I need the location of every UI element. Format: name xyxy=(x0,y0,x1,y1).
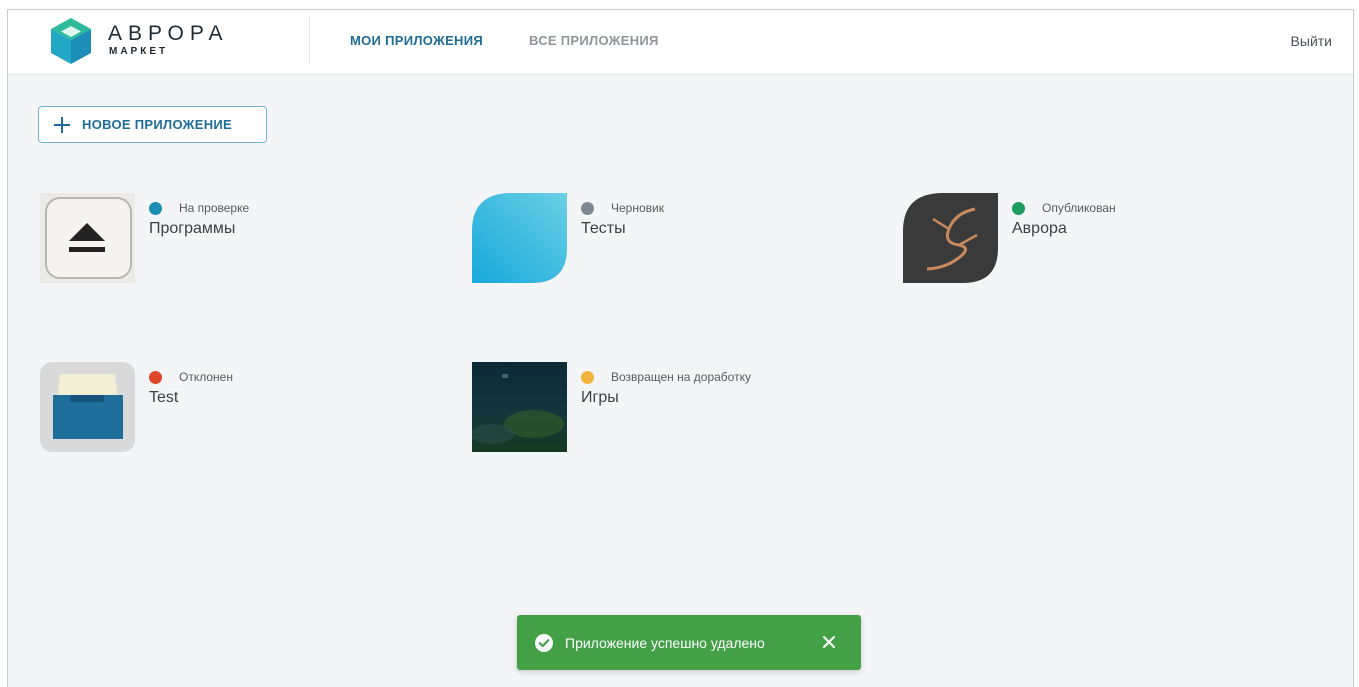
app-name: Программы xyxy=(149,220,236,237)
check-circle-icon xyxy=(535,633,553,652)
app-name: Test xyxy=(149,389,179,406)
app-name: Тесты xyxy=(581,220,626,237)
status-dot xyxy=(581,202,594,215)
app-card-programs[interactable]: На проверке Программы xyxy=(40,193,460,293)
bird-icon xyxy=(903,193,998,283)
top-header: АВРОРА МАРКЕТ МОИ ПРИЛОЖЕНИЯ ВСЕ ПРИЛОЖЕ… xyxy=(8,10,1353,75)
status-label: Опубликован xyxy=(1042,201,1116,215)
header-divider xyxy=(309,16,310,64)
app-name: Игры xyxy=(581,389,619,406)
logout-link[interactable]: Выйти xyxy=(1291,33,1332,49)
close-icon[interactable] xyxy=(821,634,837,650)
logo-title: АВРОРА xyxy=(108,22,229,45)
status-label: Отклонен xyxy=(179,370,233,384)
plus-icon xyxy=(54,116,70,133)
new-app-button[interactable]: НОВОЕ ПРИЛОЖЕНИЕ xyxy=(38,106,267,143)
logo[interactable]: АВРОРА МАРКЕТ xyxy=(46,16,266,66)
drawer-icon xyxy=(40,362,135,452)
tab-my-apps[interactable]: МОИ ПРИЛОЖЕНИЯ xyxy=(350,33,483,48)
app-card-aurora[interactable]: Опубликован Аврора xyxy=(903,193,1323,293)
app-card-tests[interactable]: Черновик Тесты xyxy=(472,193,892,293)
status-label: Черновик xyxy=(611,201,664,215)
success-toast: Приложение успешно удалено xyxy=(517,615,861,670)
toast-message: Приложение успешно удалено xyxy=(565,634,765,651)
status-dot xyxy=(1012,202,1025,215)
logo-subtitle: МАРКЕТ xyxy=(109,46,169,57)
cube-logo-icon xyxy=(51,18,91,64)
status-label: На проверке xyxy=(179,201,250,215)
app-card-test[interactable]: Отклонен Test xyxy=(40,362,460,462)
app-name: Аврора xyxy=(1012,220,1067,237)
status-dot xyxy=(149,371,162,384)
app-card-games[interactable]: Возвращен на доработку Игры xyxy=(472,362,892,462)
status-dot xyxy=(149,202,162,215)
new-app-button-label: НОВОЕ ПРИЛОЖЕНИЕ xyxy=(82,117,233,132)
leaf-icon xyxy=(472,193,567,283)
status-dot xyxy=(581,371,594,384)
tab-all-apps[interactable]: ВСЕ ПРИЛОЖЕНИЯ xyxy=(529,33,659,48)
eject-icon xyxy=(40,193,135,283)
status-label: Возвращен на доработку xyxy=(611,370,751,384)
game-screenshot-icon xyxy=(472,362,567,452)
app-window: АВРОРА МАРКЕТ МОИ ПРИЛОЖЕНИЯ ВСЕ ПРИЛОЖЕ… xyxy=(7,9,1354,687)
